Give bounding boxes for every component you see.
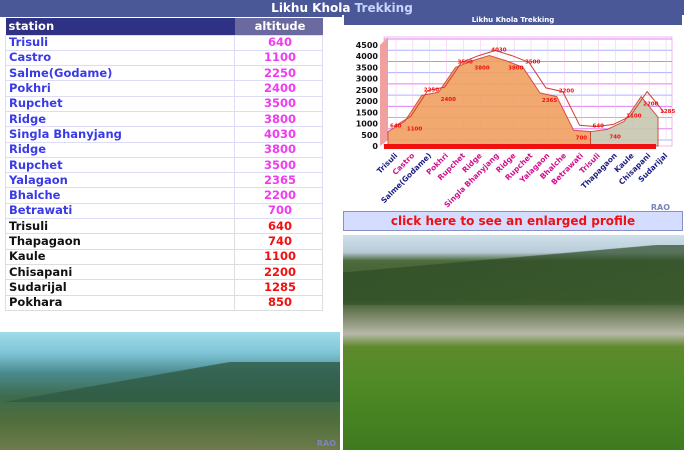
altitude-cell: 700 — [234, 202, 323, 220]
station-cell: Trisuli — [5, 218, 235, 235]
table-row: Castro 1100 — [5, 49, 323, 67]
station-cell: Ridge — [5, 141, 235, 158]
table-row: Salme(Godame) 2250 — [5, 65, 323, 82]
table-row: Pokhara 850 — [5, 294, 323, 311]
data-label: 2200 — [643, 102, 658, 108]
altitude-cell: 3800 — [234, 141, 323, 158]
station-cell: Betrawati — [5, 202, 235, 220]
data-label: 2400 — [441, 97, 456, 103]
station-cell: Kaule — [5, 248, 235, 265]
altitude-cell: 3500 — [234, 156, 323, 174]
table-row: Trisuli 640 — [5, 34, 323, 51]
y-tick-label: 2000 — [356, 97, 379, 106]
altitude-cell: 640 — [234, 218, 323, 235]
title-main: Likhu Khola — [271, 1, 351, 15]
station-cell: Rupchet — [5, 95, 235, 112]
y-axis-wall — [380, 37, 388, 146]
data-label: 700 — [576, 135, 588, 141]
y-tick-label: 3000 — [356, 75, 379, 84]
altitude-cell: 2200 — [234, 263, 323, 281]
y-tick-label: 1500 — [356, 108, 379, 117]
station-cell: Yalagaon — [5, 172, 235, 189]
station-cell: Ridge — [5, 110, 235, 128]
data-label: 1100 — [626, 113, 641, 119]
altitude-cell: 3800 — [234, 110, 323, 128]
altitude-cell: 3500 — [234, 95, 323, 112]
y-tick-label: 500 — [361, 131, 378, 140]
table-row: Chisapani 2200 — [5, 263, 323, 281]
altitude-cell: 2365 — [234, 172, 323, 189]
elevation-profile-chart[interactable]: Likhu Khola Trekking 0 500 1000 1500 2000 250… — [342, 15, 684, 212]
y-tick-label: 4000 — [356, 52, 379, 61]
y-tick-label: 0 — [372, 142, 378, 151]
y-tick-label: 3500 — [356, 63, 379, 72]
station-cell: Salme(Godame) — [5, 65, 235, 82]
data-label: 4030 — [491, 48, 506, 54]
table-row: Betrawati 700 — [5, 202, 323, 220]
table-row: Singla Bhanyjang 4030 — [5, 126, 323, 143]
data-label: 740 — [609, 134, 621, 140]
station-cell: Castro — [5, 49, 235, 67]
altitude-cell: 1285 — [234, 279, 323, 296]
photo-watermark: RAO — [316, 439, 336, 448]
data-label: 3500 — [458, 59, 473, 65]
data-label: 1100 — [407, 126, 422, 132]
table-row: Ridge 3800 — [5, 141, 323, 158]
table-row: Bhalche 2200 — [5, 187, 323, 204]
data-label: 2365 — [542, 98, 557, 104]
station-cell: Chisapani — [5, 263, 235, 281]
chart-floor — [384, 144, 656, 149]
table-row: Thapagaon 740 — [5, 233, 323, 250]
station-cell: Pokhara — [5, 294, 235, 311]
data-label: 640 — [593, 124, 605, 130]
table-row: Ridge 3800 — [5, 110, 323, 128]
station-cell: Thapagaon — [5, 233, 235, 250]
station-cell: Pokhri — [5, 80, 235, 97]
title-accent: Trekking — [354, 1, 413, 15]
altitude-cell: 2400 — [234, 80, 323, 97]
data-label: 640 — [390, 124, 402, 130]
column-header-station: station — [5, 18, 235, 35]
data-label: 2200 — [559, 89, 574, 95]
altitude-cell: 1100 — [234, 49, 323, 67]
altitude-table: station altitude Trisuli 640 Castro 1100 Sal… — [5, 18, 323, 311]
data-label: 2250 — [424, 88, 439, 94]
altitude-cell: 2250 — [234, 65, 323, 82]
chart-title: Likhu Khola Trekking — [344, 15, 682, 25]
table-row: Kaule 1100 — [5, 248, 323, 265]
chart-svg: 050010001500200025003000350040004500640T… — [356, 36, 675, 209]
station-cell: Rupchet — [5, 156, 235, 174]
altitude-cell: 640 — [234, 34, 323, 51]
y-tick-label: 1000 — [356, 120, 379, 129]
altitude-cell: 740 — [234, 233, 323, 250]
mountain-photo: RAO — [0, 332, 340, 450]
altitude-cell: 850 — [234, 294, 323, 311]
table-row: Yalagaon 2365 — [5, 172, 323, 189]
data-label: 1285 — [660, 109, 675, 115]
station-cell: Trisuli — [5, 34, 235, 51]
column-header-altitude: altitude — [234, 18, 323, 35]
data-label: 3800 — [508, 66, 523, 72]
table-row: Pokhri 2400 — [5, 80, 323, 97]
station-cell: Singla Bhanyjang — [5, 126, 235, 143]
altitude-cell: 1100 — [234, 248, 323, 265]
table-row: Rupchet 3500 — [5, 95, 323, 112]
table-row: Trisuli 640 — [5, 218, 323, 235]
altitude-cell: 2200 — [234, 187, 323, 204]
altitude-cell: 4030 — [234, 126, 323, 143]
rice-fields-photo — [343, 235, 684, 450]
table-row: Rupchet 3500 — [5, 156, 323, 174]
y-tick-label: 2500 — [356, 86, 379, 95]
data-label: 3800 — [474, 66, 489, 72]
y-tick-label: 4500 — [356, 41, 379, 50]
table-row: Sudarijal 1285 — [5, 279, 323, 296]
station-cell: Bhalche — [5, 187, 235, 204]
enlarge-profile-link[interactable]: click here to see an enlarged profile — [343, 211, 683, 231]
station-cell: Sudarijal — [5, 279, 235, 296]
data-label: 3500 — [525, 59, 540, 65]
